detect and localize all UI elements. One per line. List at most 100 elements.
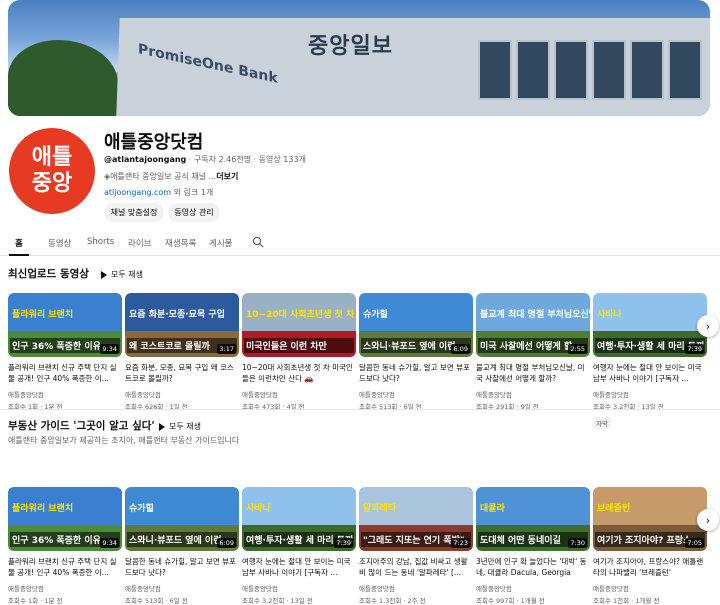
section-title-realestate: 부동산 가이드 '그곳이 알고 싶다' xyxy=(8,420,155,432)
video-channel: 애틀중앙닷컴 xyxy=(125,391,161,399)
video-channel: 애틀중앙닷컴 xyxy=(593,391,629,399)
video-card[interactable]: 10~20대 사회초년생 첫 차 미국인들은 이런 차만 10~20대 사회초년생 … xyxy=(242,293,356,411)
video-card[interactable]: 슈가힐 스와니·뷰포드 옆에 이런 6:09 달콤한 동네 슈가힐, 알고 보면 뷰포… xyxy=(359,293,473,411)
more-link[interactable]: 더보기 xyxy=(216,172,238,181)
channel-stats: · 구독자 2.46천명 · 동영상 133개 xyxy=(186,155,306,164)
banner-window xyxy=(478,40,512,100)
video-thumbnail[interactable]: 10~20대 사회초년생 첫 차미국인들은 이런 차만 xyxy=(242,293,356,357)
video-title[interactable]: 플라워리 브랜치 신규 주택 단지 실물 공개! 인구 40% 폭증한 이... xyxy=(8,362,122,384)
channel-handle: @atlantajoongang xyxy=(104,155,187,164)
thumbnail-caption: 미국인들은 이런 차만 xyxy=(244,338,354,353)
video-duration: 7:30 xyxy=(568,538,587,548)
video-title[interactable]: 여행자 눈에는 절대 안 보이는 미국 남부 사바나 이야기 [구독자 ... xyxy=(593,362,707,384)
video-card[interactable]: 요즘 화분·모종·묘목 구입 왜 코스트코로 몰릴까 3:17 요즘 화분, 모종, … xyxy=(125,293,239,411)
video-card[interactable]: 슈가힐 스와니·뷰포드 옆에 이런 6:09 달콤한 동네 슈가힐, 알고 보면 뷰포… xyxy=(125,487,239,605)
video-card[interactable]: 플라워리 브랜치 인구 36% 폭증한 이유 9:34 플라워리 브랜치 신규 주택 … xyxy=(8,487,122,605)
video-thumbnail[interactable]: 사바나 여행·투자·생활 세 마리 토끼 7:39 xyxy=(593,293,707,357)
video-title[interactable]: 플라워리 브랜치 신규 주택 단지 실물 공개! 인구 40% 폭증한 이... xyxy=(8,556,122,578)
banner-window xyxy=(630,40,664,100)
banner-window xyxy=(668,40,702,100)
video-title[interactable]: 요즘 화분, 모종, 묘목 구입 왜 코스트코로 몰릴까? xyxy=(125,362,239,384)
video-stats: 조회수 1회 · 1분 전 xyxy=(8,597,63,605)
video-thumbnail[interactable]: 브레즐턴 여기가 조지아야? 프랑스 7:05 xyxy=(593,487,707,551)
video-title[interactable]: 조지아주의 강남, 집값 비싸고 생활비 많이 드는 동네 '알파레타' [..… xyxy=(359,556,473,578)
play-all-label: 모두 재생 xyxy=(169,422,201,431)
video-title[interactable]: 달콤한 동네 슈가힐, 알고 보면 뷰포드보다 낫다? xyxy=(125,556,239,578)
avatar-text-line2: 중앙 xyxy=(31,171,73,196)
video-title[interactable]: 달콤한 동네 슈가힐, 알고 보면 뷰포드보다 낫다? xyxy=(359,362,473,384)
thumbnail-headline: 사바나 xyxy=(246,504,271,514)
channel-avatar[interactable]: 애틀 중앙 xyxy=(9,128,95,214)
video-thumbnail[interactable]: 플라워리 브랜치 인구 36% 폭증한 이유 9:34 xyxy=(8,293,122,357)
video-channel: 애틀중앙닷컴 xyxy=(476,391,512,399)
links-more[interactable]: 외 링크 1개 xyxy=(171,188,214,197)
video-duration: 6:09 xyxy=(451,344,470,354)
video-title[interactable]: 10~20대 사회초년생 첫 차 미국인들은 이런차만 산다 🚗 xyxy=(242,362,356,384)
tab-playlists[interactable]: 재생목록 xyxy=(165,237,196,249)
thumbnail-headline: 불교계 최대 명절 부처님오신날 xyxy=(480,310,590,320)
video-thumbnail[interactable]: 슈가힐 스와니·뷰포드 옆에 이런 6:09 xyxy=(125,487,239,551)
video-channel: 애틀중앙닷컴 xyxy=(242,391,278,399)
video-card[interactable]: 불교계 최대 명절 부처님오신날 미국 사찰에선 어떻게 할 2:55 불교계 최대 … xyxy=(476,293,590,411)
banner-window xyxy=(554,40,588,100)
play-all-label: 모두 재생 xyxy=(111,270,143,279)
video-thumbnail[interactable]: 대큘라 도대체 어떤 동네이길 7:30 xyxy=(476,487,590,551)
customize-channel-button[interactable]: 채널 맞춤설정 xyxy=(104,203,164,222)
video-stats: 조회수 1천회 · 1개월 전 xyxy=(593,597,660,605)
video-card[interactable]: 플라워리 브랜치 인구 36% 폭증한 이유 9:34 플라워리 브랜치 신규 주택 … xyxy=(8,293,122,411)
video-stats: 조회수 1.3천회 · 2주 전 xyxy=(359,597,426,605)
video-channel: 애틀중앙닷컴 xyxy=(476,585,512,593)
chevron-right-icon[interactable]: › xyxy=(697,315,719,337)
channel-tabs: 홈 동영상 Shorts 라이브 재생목록 게시물 xyxy=(0,232,720,256)
video-thumbnail[interactable]: 사바나 여행·투자·생활 세 마리 토끼 7:39 xyxy=(242,487,356,551)
banner-window xyxy=(592,40,626,100)
video-duration: 9:34 xyxy=(100,344,119,354)
play-all-button[interactable]: 모두 재생 xyxy=(159,421,201,432)
description-text: ◈애틀랜타 중앙일보 공식 채널 ... xyxy=(104,172,217,181)
search-icon[interactable] xyxy=(252,236,264,248)
tab-posts[interactable]: 게시물 xyxy=(209,237,232,249)
tab-videos[interactable]: 동영상 xyxy=(48,237,71,249)
video-title[interactable]: 3년만에 인구 확 늘었다는 '대박' 동네, 대큘라 Dacula, Geor… xyxy=(476,556,590,578)
video-thumbnail[interactable]: 플라워리 브랜치 인구 36% 폭증한 이유 9:34 xyxy=(8,487,122,551)
chevron-right-icon[interactable]: › xyxy=(697,509,719,531)
video-channel: 애틀중앙닷컴 xyxy=(8,391,44,399)
banner-trees xyxy=(8,40,118,116)
manage-videos-button[interactable]: 동영상 관리 xyxy=(168,203,220,222)
channel-meta: @atlantajoongang · 구독자 2.46천명 · 동영상 133개 xyxy=(104,154,306,165)
tab-shorts[interactable]: Shorts xyxy=(87,237,114,247)
thumbnail-headline: 대큘라 xyxy=(480,504,505,514)
banner-sign: 중앙일보 xyxy=(308,34,393,59)
video-channel: 애틀중앙닷컴 xyxy=(593,585,629,593)
play-all-button[interactable]: 모두 재생 xyxy=(101,269,143,280)
thumbnail-headline: 10~20대 사회초년생 첫 차 xyxy=(246,310,355,320)
thumbnail-headline: 요즘 화분·모종·묘목 구입 xyxy=(129,310,225,320)
video-duration: 2:55 xyxy=(568,344,587,354)
video-title[interactable]: 여행자 눈에는 절대 안 보이는 미국 남부 사바나 이야기 [구독자 ... xyxy=(242,556,356,578)
channel-name: 애틀중앙닷컴 xyxy=(104,132,204,153)
video-card[interactable]: 브레즐턴 여기가 조지아야? 프랑스 7:05 여기가 조지아야, 프랑스야? 애틀랜… xyxy=(593,487,707,605)
video-stats: 조회수 513회 · 6일 전 xyxy=(125,597,188,605)
channel-link[interactable]: atljoongang.com xyxy=(104,188,171,197)
video-thumbnail[interactable]: 슈가힐 스와니·뷰포드 옆에 이런 6:09 xyxy=(359,293,473,357)
video-card[interactable]: 사바나 여행·투자·생활 세 마리 토끼 7:39 여행자 눈에는 절대 안 보이는 … xyxy=(242,487,356,605)
video-thumbnail[interactable]: 요즘 화분·모종·묘목 구입 왜 코스트코로 몰릴까 3:17 xyxy=(125,293,239,357)
channel-banner: 중앙일보 PromiseOne Bank xyxy=(8,0,710,116)
video-title[interactable]: 여기가 조지아야, 프랑스야? 애틀랜타의 나파밸리 '브레즐턴' xyxy=(593,556,707,578)
tab-live[interactable]: 라이브 xyxy=(128,237,151,249)
video-card[interactable]: 대큘라 도대체 어떤 동네이길 7:30 3년만에 인구 확 늘었다는 '대박' 동네… xyxy=(476,487,590,605)
channel-description[interactable]: ◈애틀랜타 중앙일보 공식 채널 ...더보기 xyxy=(104,171,238,182)
banner-window xyxy=(516,40,550,100)
video-thumbnail[interactable]: 불교계 최대 명절 부처님오신날 미국 사찰에선 어떻게 할 2:55 xyxy=(476,293,590,357)
video-duration: 7:39 xyxy=(334,538,353,548)
video-thumbnail[interactable]: 알파레타 "그래도 지또는 연기 폭발" 7:23 xyxy=(359,487,473,551)
tab-home[interactable]: 홈 xyxy=(15,237,23,249)
video-channel: 애틀중앙닷컴 xyxy=(359,585,395,593)
thumbnail-headline: 알파레타 xyxy=(363,504,397,514)
video-card[interactable]: 알파레타 "그래도 지또는 연기 폭발" 7:23 조지아주의 강남, 집값 비싸고 … xyxy=(359,487,473,605)
video-title[interactable]: 불교계 최대 명절 부처님오신날, 미국 사찰에선 어떻게 할까? xyxy=(476,362,590,384)
video-channel: 애틀중앙닷컴 xyxy=(242,585,278,593)
captions-badge: 자막 xyxy=(593,417,611,429)
video-duration: 7:05 xyxy=(685,538,704,548)
video-duration: 7:23 xyxy=(451,538,470,548)
